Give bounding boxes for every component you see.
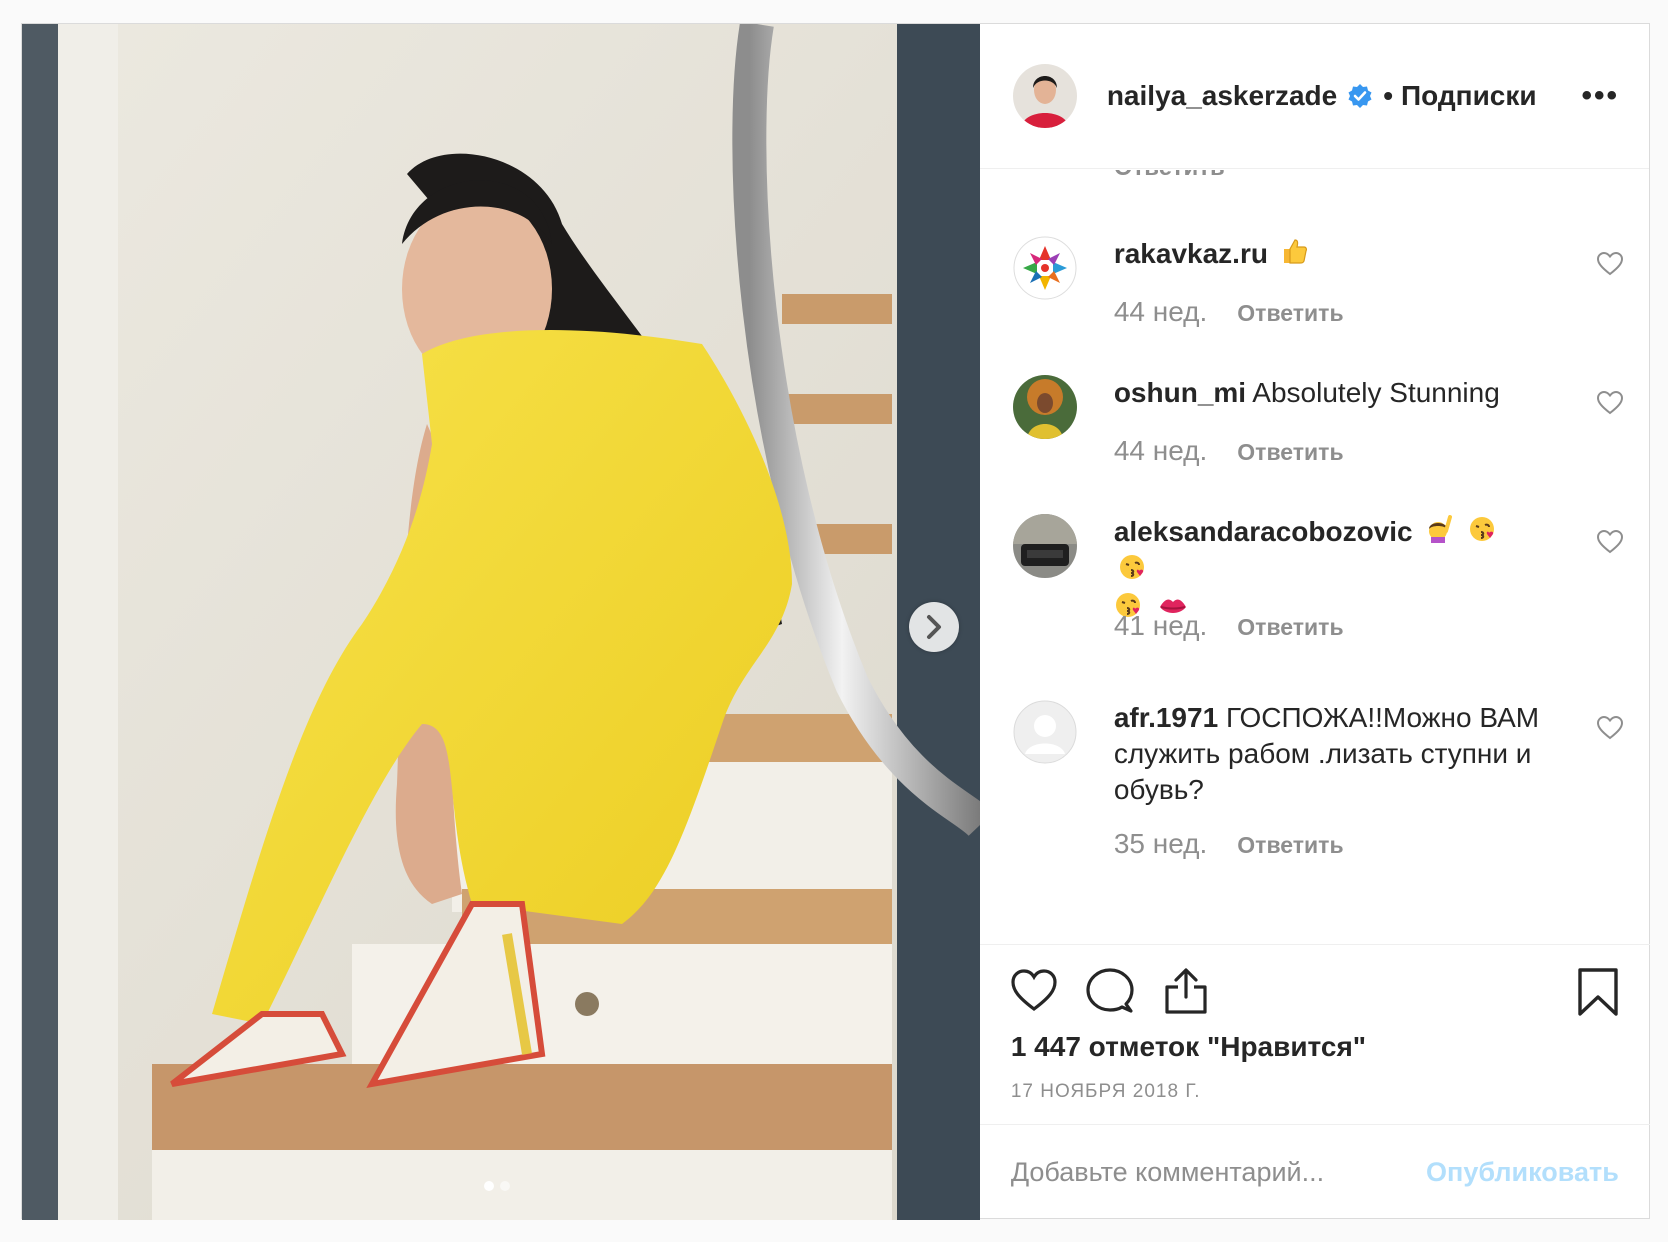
verified-badge-icon (1347, 83, 1373, 109)
post-actions: 1 447 отметок "Нравится" 17 НОЯБРЯ 2018 … (979, 944, 1650, 1124)
commenter-avatar[interactable] (1012, 236, 1077, 300)
comment-username[interactable]: aleksandaracobozovic (1114, 516, 1413, 547)
author-username[interactable]: nailya_askerzade (1107, 80, 1337, 112)
like-comment-heart-icon[interactable] (1596, 716, 1623, 740)
comment-username[interactable]: afr.1971 (1114, 702, 1218, 733)
like-comment-heart-icon[interactable] (1596, 391, 1623, 415)
comment-username[interactable]: oshun_mi (1114, 377, 1246, 408)
comment-age: 44 нед. (1113, 296, 1208, 327)
like-comment-heart-icon[interactable] (1596, 530, 1623, 554)
comment-meta: 44 нед. Ответить (1114, 435, 1344, 467)
comment-meta: 35 нед. Ответить (1114, 828, 1344, 860)
following-button[interactable]: Подписки (1401, 80, 1537, 112)
commenter-avatar[interactable] (1012, 514, 1077, 578)
reply-link-partial[interactable]: Ответить (1114, 170, 1225, 182)
chevron-right-icon (927, 615, 941, 639)
comment-age: 44 нед. (1113, 435, 1208, 466)
comment-text: Absolutely Stunning (1252, 377, 1500, 408)
reply-button[interactable]: Ответить (1237, 300, 1343, 326)
comment-username[interactable]: rakavkaz.ru (1114, 238, 1268, 269)
comment-age: 41 нед. (1113, 610, 1208, 641)
reply-button[interactable]: Ответить (1237, 439, 1343, 465)
share-upload-icon[interactable] (1162, 967, 1210, 1015)
like-heart-icon[interactable] (1010, 967, 1058, 1015)
comment-meta: 44 нед. Ответить (1114, 296, 1344, 328)
author-avatar[interactable] (1012, 64, 1077, 128)
post-header: nailya_askerzade • Подписки ••• (979, 24, 1649, 169)
kiss-face-icon (1118, 553, 1146, 590)
publish-button[interactable]: Опубликовать (1426, 1157, 1619, 1188)
thumbs-up-icon (1280, 237, 1308, 274)
comment-input[interactable] (1010, 1157, 1427, 1188)
reply-button[interactable]: Ответить (1237, 832, 1343, 858)
comment-body: oshun_mi Absolutely Stunning (1114, 375, 1544, 411)
comment-bubble-icon[interactable] (1086, 967, 1134, 1015)
header-separator: • (1383, 80, 1394, 111)
likes-count[interactable]: 1 447 отметок "Нравится" (1011, 1031, 1366, 1063)
like-comment-heart-icon[interactable] (1596, 252, 1623, 276)
comment-meta: 41 нед. Ответить (1114, 610, 1344, 642)
comment-body: afr.1971 ГОСПОЖА!!Можно ВАМ служить рабо… (1114, 700, 1544, 808)
carousel-indicator (484, 1181, 510, 1191)
reply-button[interactable]: Ответить (1237, 614, 1343, 640)
action-icons (1010, 967, 1210, 1015)
carousel-dot-2 (500, 1181, 510, 1191)
add-comment-bar: Опубликовать (979, 1124, 1650, 1220)
post-photo[interactable] (22, 24, 980, 1220)
photo-illustration (22, 24, 980, 1220)
carousel-next-button[interactable] (909, 602, 959, 652)
comment-age: 35 нед. (1113, 828, 1208, 859)
carousel-dot-1 (484, 1181, 494, 1191)
commenter-avatar[interactable] (1012, 375, 1077, 439)
post-side-panel: nailya_askerzade • Подписки ••• Ответить (979, 24, 1650, 1220)
raising-hand-icon (1424, 515, 1453, 552)
post-card: nailya_askerzade • Подписки ••• Ответить (21, 23, 1650, 1220)
comment-body: rakavkaz.ru (1114, 236, 1544, 274)
kiss-face-icon (1468, 515, 1496, 552)
post-date[interactable]: 17 НОЯБРЯ 2018 Г. (1011, 1081, 1201, 1103)
comments-list[interactable]: Ответить (980, 170, 1650, 944)
save-bookmark-icon[interactable] (1576, 967, 1620, 1017)
commenter-avatar-placeholder[interactable] (1013, 700, 1077, 764)
more-options-button[interactable]: ••• (1581, 79, 1619, 113)
